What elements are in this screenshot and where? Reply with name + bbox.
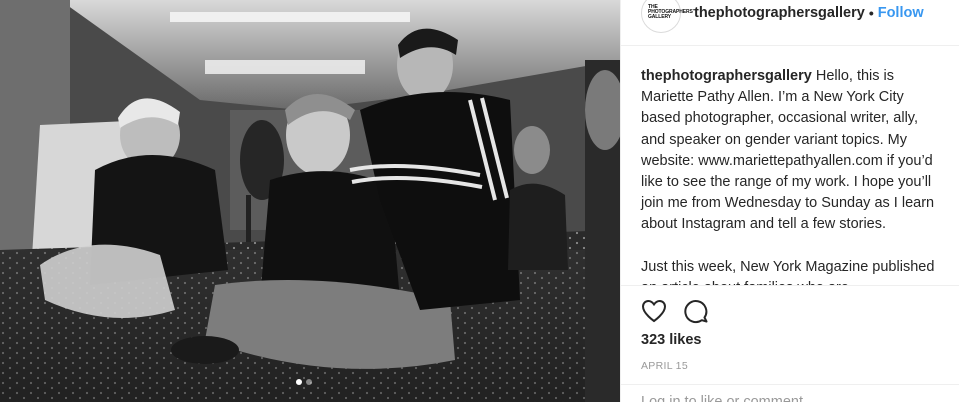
- post-date: APRIL 15: [641, 360, 688, 372]
- like-button[interactable]: [639, 296, 669, 326]
- caption: thephotographersgallery Hello, this is M…: [641, 66, 939, 285]
- login-prompt[interactable]: Log in to like or comment.: [641, 394, 807, 402]
- likes-count[interactable]: 323 likes: [621, 330, 959, 348]
- carousel-indicator: [296, 379, 312, 385]
- caption-text: Hello, this is Mariette Pathy Allen. I’m…: [641, 68, 935, 233]
- avatar[interactable]: THE PHOTOGRAPHERS' GALLERY: [641, 0, 694, 33]
- caption-area[interactable]: thephotographersgallery Hello, this is M…: [621, 46, 959, 286]
- avatar-logo: THE PHOTOGRAPHERS' GALLERY: [648, 4, 694, 20]
- header-username[interactable]: thephotographersgallery: [694, 5, 865, 21]
- caption-text-continued: Just this week, New York Magazine publis…: [641, 258, 935, 285]
- post-photo[interactable]: [0, 0, 620, 402]
- comment-icon: [684, 300, 708, 323]
- post-details-panel: THE PHOTOGRAPHERS' GALLERY thephotograph…: [620, 0, 959, 402]
- photo-image: [0, 0, 620, 402]
- header-separator: •: [868, 4, 874, 21]
- login-bar: Log in to like or comment.: [621, 384, 959, 402]
- follow-button[interactable]: Follow: [878, 5, 924, 21]
- comment-button[interactable]: [681, 296, 711, 326]
- carousel-dot[interactable]: [306, 379, 312, 385]
- post-header: THE PHOTOGRAPHERS' GALLERY thephotograph…: [621, 0, 959, 46]
- heart-icon: [641, 299, 667, 323]
- action-bar: [621, 286, 959, 330]
- caption-username[interactable]: thephotographersgallery: [641, 68, 812, 84]
- carousel-dot-active[interactable]: [296, 379, 302, 385]
